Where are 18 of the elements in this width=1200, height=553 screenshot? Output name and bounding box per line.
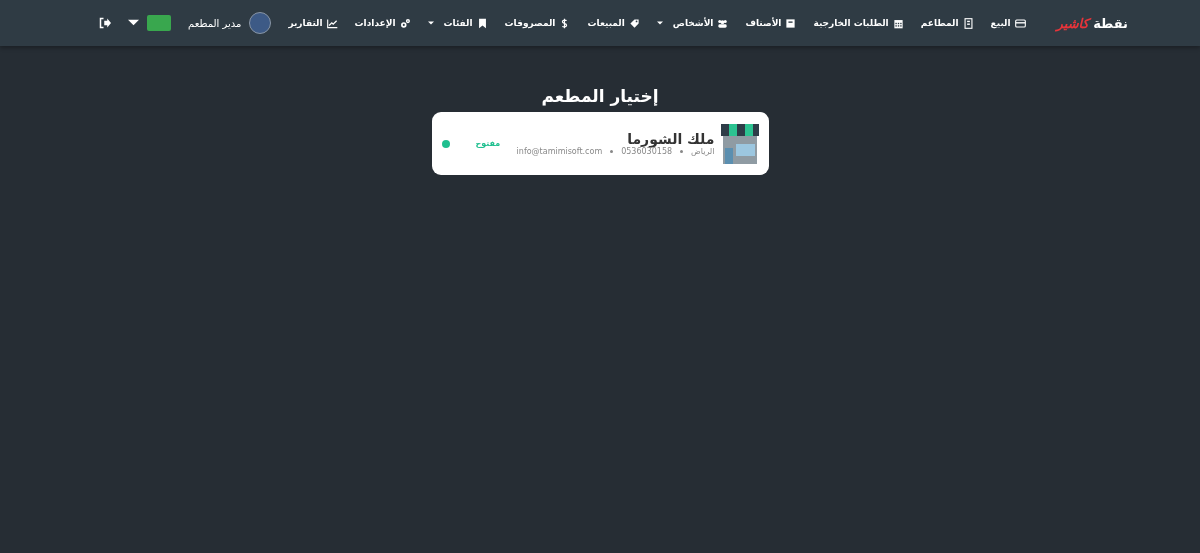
page-title: إختيار المطعم bbox=[541, 86, 659, 106]
nav-link[interactable]: الطلبات الخارجية bbox=[813, 17, 904, 29]
city-text: الرياض bbox=[691, 147, 715, 156]
nav-link[interactable]: البيع bbox=[990, 17, 1026, 29]
nav-link[interactable]: الأشخاص bbox=[656, 17, 729, 29]
nav-link[interactable]: المطاعم bbox=[920, 17, 974, 29]
nav-link[interactable]: الأصناف bbox=[745, 17, 797, 29]
nav-link[interactable]: المبيعات bbox=[587, 17, 640, 29]
app-logo[interactable]: نقطة كاشير bbox=[1056, 15, 1128, 31]
restaurant-name: ملك الشورما bbox=[627, 131, 715, 147]
user-name[interactable]: مدير المطعم bbox=[188, 17, 242, 29]
nav-link[interactable]: المصروفات bbox=[504, 17, 571, 29]
nav-link[interactable]: الفئات bbox=[427, 17, 488, 29]
phone-text: 0536030158 bbox=[621, 147, 673, 156]
nav-link[interactable]: التقارير bbox=[288, 17, 338, 29]
nav-link[interactable]: الإعدادات bbox=[354, 17, 411, 29]
status-label: مفتوح bbox=[475, 139, 501, 148]
email-text: info@tamimisoft.com bbox=[516, 147, 603, 156]
